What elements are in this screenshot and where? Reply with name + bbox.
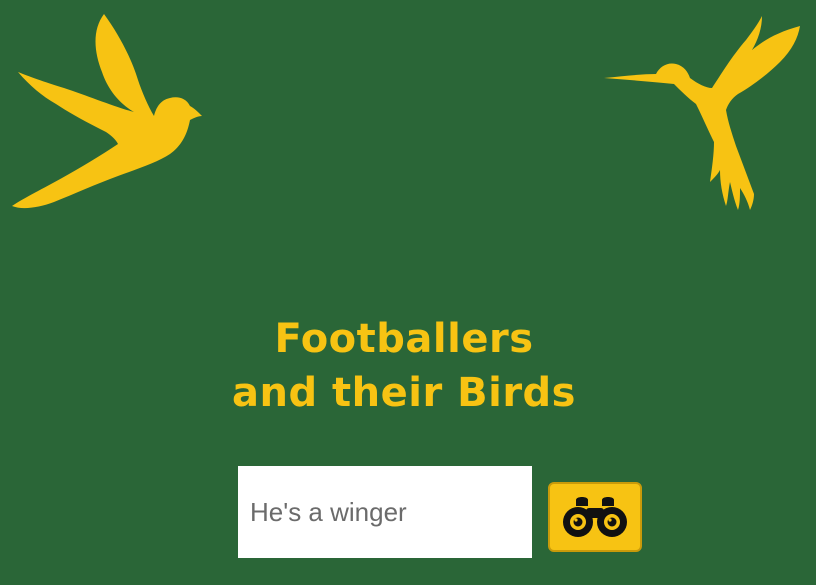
binoculars-icon [563,497,627,537]
page: Footballers and their Birds [0,0,816,585]
hummingbird-icon [604,16,800,210]
title-line-1: Footballers [274,316,534,362]
page-title: Footballers and their Birds [0,312,808,420]
title-line-2: and their Birds [232,370,576,416]
search-input[interactable] [238,466,532,558]
search-button[interactable] [548,482,642,552]
dove-icon [12,14,202,209]
